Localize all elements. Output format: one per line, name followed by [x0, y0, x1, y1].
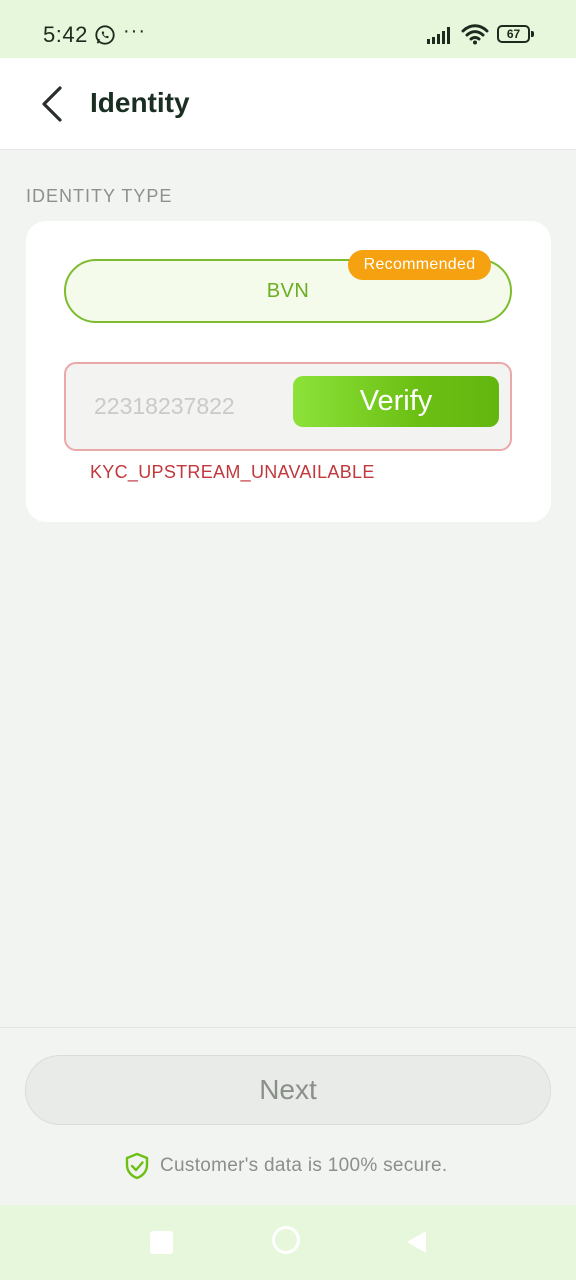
chevron-left-icon — [42, 86, 62, 122]
page-title: Identity — [90, 87, 190, 118]
recents-square-icon[interactable] — [150, 1231, 173, 1254]
status-bar: 5:42 ··· 67 — [0, 0, 576, 58]
app-header: Identity — [0, 58, 576, 150]
verify-button[interactable]: Verify — [293, 376, 499, 427]
error-message: KYC_UPSTREAM_UNAVAILABLE — [90, 462, 375, 482]
wifi-icon — [461, 23, 489, 50]
identity-option-label: BVN — [266, 279, 310, 302]
recommended-badge: Recommended — [348, 250, 491, 280]
whatsapp-icon — [94, 24, 116, 51]
bvn-input[interactable] — [94, 388, 284, 424]
battery-icon: 67 — [497, 25, 534, 43]
next-button[interactable]: Next — [25, 1055, 551, 1125]
signal-icon — [427, 26, 455, 49]
bottom-action-area: Next Customer's data is 100% secure. — [0, 1027, 576, 1205]
back-triangle-icon[interactable] — [404, 1229, 428, 1255]
status-time: 5:42 — [43, 22, 88, 47]
battery-level: 67 — [506, 27, 521, 41]
back-button[interactable] — [28, 80, 76, 128]
system-nav-bar — [0, 1205, 576, 1280]
security-note-text: Customer's data is 100% secure. — [160, 1155, 448, 1176]
more-notifications-icon: ··· — [123, 20, 146, 42]
shield-check-icon — [125, 1152, 149, 1180]
bvn-input-container: Verify — [64, 362, 512, 451]
security-note: Customer's data is 100% secure. — [124, 1152, 448, 1180]
identity-card: BVN Recommended Verify KYC_UPSTREAM_UNAV… — [26, 221, 551, 522]
section-label: IDENTITY TYPE — [26, 186, 173, 206]
home-circle-icon[interactable] — [272, 1226, 300, 1254]
